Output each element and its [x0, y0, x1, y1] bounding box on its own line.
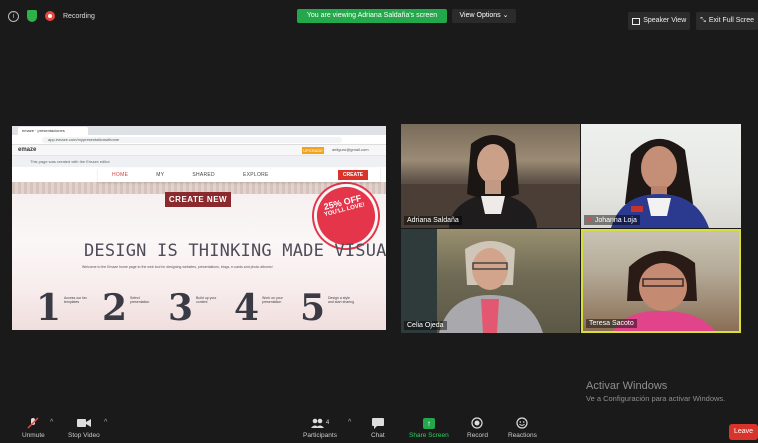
participant-name: Celia Ojeda [404, 321, 447, 330]
activate-windows-watermark: Activar Windows Ve a Configuración para … [586, 380, 725, 403]
stop-video-button[interactable]: Stop Video [68, 417, 100, 439]
step-text: Build up your content [196, 296, 217, 304]
nav-my: MY [156, 172, 165, 178]
muted-mic-icon: ✕ [587, 217, 593, 224]
view-options-button[interactable]: View Options ⌄ [452, 9, 516, 23]
steps-row: 1 Access our fav templates 2 Select pres… [36, 290, 376, 330]
step-number: 2 [102, 287, 128, 329]
shield-icon[interactable] [27, 10, 37, 22]
emaze-logo: emaze [18, 147, 37, 153]
participants-button[interactable]: 4 Participants [303, 417, 337, 439]
share-screen-button[interactable]: ↑ Share Screen [409, 417, 449, 439]
emaze-header: emaze UPGRADE aeliguru@gmail.com [12, 145, 386, 156]
step-number: 5 [300, 287, 326, 329]
reactions-label: Reactions [508, 432, 537, 439]
audio-options-caret-icon[interactable]: ^ [50, 419, 53, 426]
activate-windows-subtitle: Ve a Configuración para activar Windows. [586, 394, 726, 403]
nav-home: HOME [112, 172, 129, 178]
exit-full-screen-button[interactable]: ⤡ Exit Full Scree [696, 12, 758, 30]
video-tile-celia[interactable]: Celia Ojeda [401, 229, 580, 333]
hero-title: DESIGN IS THINKING MADE VISUAL [84, 241, 386, 261]
browser-tab-strip: emaze · presentaciones [12, 126, 386, 135]
microphone-muted-icon [22, 417, 45, 429]
chat-button[interactable]: Chat [371, 417, 385, 439]
browser-address-bar: app.emaze.com/mypresentations#home [12, 135, 386, 145]
speaker-view-button[interactable]: Speaker View [628, 12, 691, 30]
view-options-label: View Options [459, 12, 501, 19]
step-number: 3 [168, 287, 194, 329]
participants-icon: 4 [303, 417, 337, 429]
participant-video [401, 135, 580, 228]
record-button[interactable]: Record [467, 417, 488, 439]
upgrade-button: UPGRADE [302, 147, 324, 154]
video-tile-teresa[interactable]: Teresa Sacoto [581, 229, 741, 333]
emaze-hero: CREATE NEW 25% OFF YOU'LL LOVE! DESIGN I… [12, 177, 386, 330]
emaze-notice: This page was created with the Emaze edi… [12, 156, 386, 167]
participant-video [611, 138, 709, 228]
video-options-caret-icon[interactable]: ^ [104, 419, 107, 426]
participant-name-text: Johanna Loja [594, 217, 637, 224]
video-camera-icon [68, 417, 100, 429]
top-bar: i Recording You are viewing Adriana Sald… [0, 0, 758, 32]
exit-full-screen-icon: ⤡ [700, 17, 706, 24]
participant-video [401, 229, 543, 333]
step-2: 2 Select presentation [102, 290, 162, 330]
create-new-banner: CREATE NEW [165, 192, 231, 207]
account-email: aeliguru@gmail.com [332, 147, 369, 152]
step-1: 1 Access our fav templates [36, 290, 96, 330]
reactions-button[interactable]: Reactions [508, 417, 537, 439]
share-screen-label: Share Screen [409, 432, 449, 439]
share-screen-icon: ↑ [409, 417, 449, 429]
record-label: Record [467, 432, 488, 439]
stop-video-label: Stop Video [68, 432, 100, 439]
step-text: Work on your presentation [262, 296, 283, 304]
chat-icon [371, 417, 385, 429]
nav-explore: EXPLORE [242, 172, 269, 178]
video-tile-johanna[interactable]: ✕ Johanna Loja [581, 124, 741, 228]
nav-shared: SHARED [192, 172, 215, 178]
address-field: app.emaze.com/mypresentations#home [42, 137, 342, 143]
top-left-status: i Recording [8, 10, 95, 22]
participant-name: Teresa Sacoto [586, 319, 637, 328]
step-3: 3 Build up your content [168, 290, 228, 330]
unmute-label: Unmute [22, 432, 45, 439]
step-text: Design a style and start sharing [328, 296, 355, 304]
viewing-screen-banner: You are viewing Adriana Saldaña's screen [297, 9, 447, 23]
notice-text: This page was created with the Emaze edi… [30, 159, 110, 164]
record-icon [467, 417, 488, 429]
step-text: Access our fav templates [64, 296, 87, 304]
participants-caret-icon[interactable]: ^ [348, 419, 351, 426]
participant-name: ✕ Johanna Loja [584, 215, 640, 225]
meeting-toolbar: Unmute ^ Stop Video ^ 4 Participants ^ C… [0, 412, 758, 443]
step-4: 4 Work on your presentation [234, 290, 294, 330]
recording-icon [45, 11, 55, 21]
unmute-button[interactable]: Unmute [22, 417, 45, 439]
info-icon[interactable]: i [8, 10, 19, 22]
shared-screen: emaze · presentaciones app.emaze.com/myp… [12, 126, 386, 330]
chat-label: Chat [371, 432, 385, 439]
step-number: 4 [234, 287, 260, 329]
leave-button[interactable]: Leave [729, 424, 758, 440]
recording-label: Recording [63, 12, 95, 20]
chevron-down-icon: ⌄ [502, 12, 509, 19]
step-number: 1 [36, 287, 62, 329]
activate-windows-title: Activar Windows [586, 380, 668, 392]
participant-name: Adriana Saldaña [404, 216, 462, 225]
participants-label: Participants [303, 432, 337, 439]
exit-full-screen-label: Exit Full Scree [708, 17, 754, 24]
participant-video [613, 250, 715, 331]
hero-description: Welcome to the Emaze home page to the we… [82, 265, 273, 269]
browser-tab: emaze · presentaciones [18, 127, 88, 135]
participants-count: 4 [325, 420, 330, 426]
speaker-view-icon [632, 17, 641, 25]
video-tile-adriana[interactable]: Adriana Saldaña [401, 124, 580, 228]
emaze-create-button: CREATE [338, 170, 368, 180]
speaker-view-label: Speaker View [643, 17, 687, 24]
step-5: 5 Design a style and start sharing [300, 290, 360, 330]
reactions-icon [508, 417, 537, 429]
step-text: Select presentation [130, 296, 150, 304]
